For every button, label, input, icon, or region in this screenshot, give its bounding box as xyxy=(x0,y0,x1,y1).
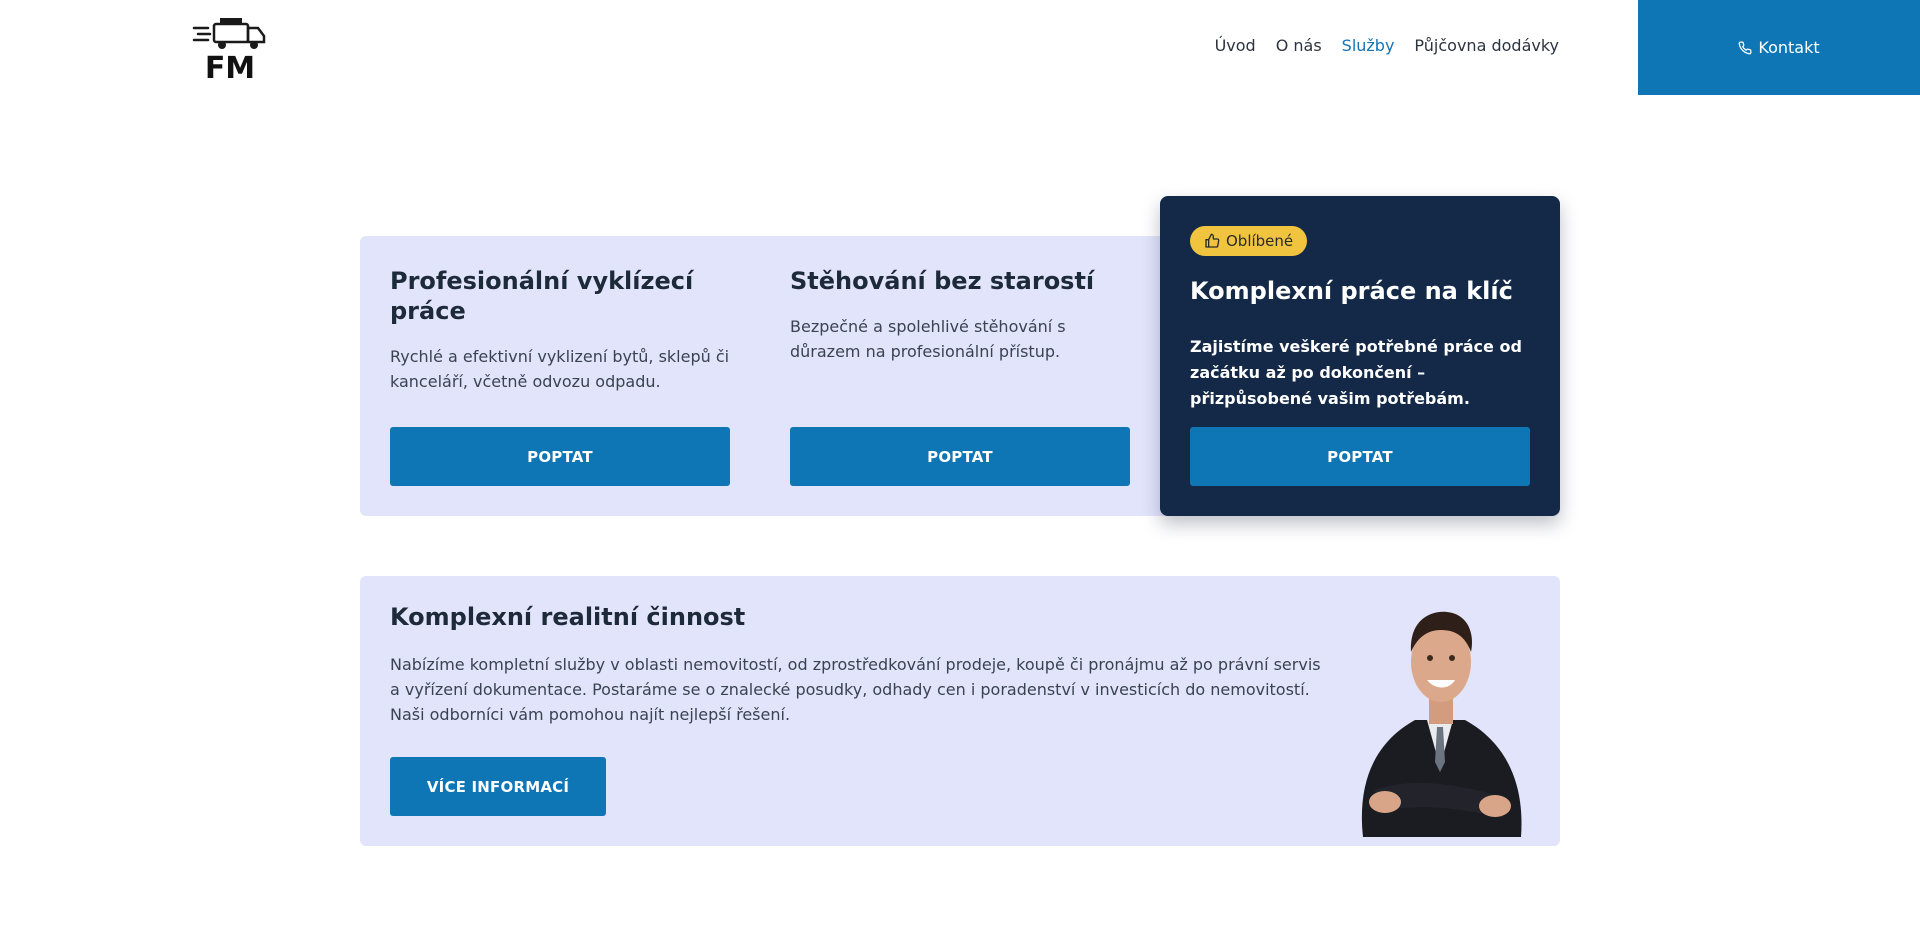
nav-o-nas[interactable]: O nás xyxy=(1276,36,1322,55)
nav-pujcovna-dodavky[interactable]: Půjčovna dodávky xyxy=(1414,36,1559,55)
logo-text: FM xyxy=(205,51,255,82)
badge-label: Oblíbené xyxy=(1226,232,1294,250)
poptat-button[interactable]: POPTAT xyxy=(390,427,730,486)
nav-uvod[interactable]: Úvod xyxy=(1215,36,1256,55)
thumbs-up-icon xyxy=(1205,233,1220,248)
realty-description: Nabízíme kompletní služby v oblasti nemo… xyxy=(390,655,1321,724)
more-info-button[interactable]: VÍCE INFORMACÍ xyxy=(390,757,606,816)
logo[interactable]: FM xyxy=(192,14,268,82)
service-card-stehovani: Stěhování bez starostí Bezpečné a spoleh… xyxy=(760,236,1160,516)
businessman-photo xyxy=(1361,611,1522,837)
service-description: Zajistíme veškeré potřebné práce od začá… xyxy=(1190,337,1522,408)
contact-button[interactable]: Kontakt xyxy=(1638,0,1920,95)
poptat-button[interactable]: POPTAT xyxy=(1190,427,1530,486)
service-title: Profesionální vyklízecí práce xyxy=(390,267,694,325)
poptat-button[interactable]: POPTAT xyxy=(790,427,1130,486)
service-title: Komplexní práce na klíč xyxy=(1190,277,1513,305)
site-header: FM Úvod O nás Služby Půjčovna dodávky Ko… xyxy=(0,0,1920,95)
favorite-badge: Oblíbené xyxy=(1190,226,1308,256)
contact-label: Kontakt xyxy=(1758,38,1820,57)
service-description: Bezpečné a spolehlivé stěhování s důraze… xyxy=(790,317,1066,361)
service-description: Rychlé a efektivní vyklizení bytů, sklep… xyxy=(390,347,730,391)
service-card-na-klic: Oblíbené Komplexní práce na klíč Zajistí… xyxy=(1160,196,1560,516)
phone-icon xyxy=(1738,41,1752,54)
nav-sluzby[interactable]: Služby xyxy=(1342,36,1395,55)
service-title: Stěhování bez starostí xyxy=(790,267,1095,295)
service-card-vyklizeni: Profesionální vyklízecí práce Rychlé a e… xyxy=(360,236,760,516)
main-nav: Úvod O nás Služby Půjčovna dodávky xyxy=(1215,36,1559,55)
